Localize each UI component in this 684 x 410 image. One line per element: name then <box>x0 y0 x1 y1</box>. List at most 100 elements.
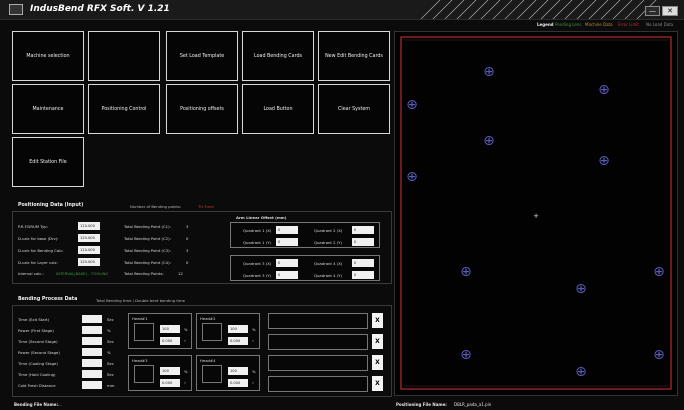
new-edit-bending-cards-button[interactable]: New Edit Bending Cards <box>318 31 390 81</box>
dcalc-layer-input[interactable]: 120.000 <box>78 258 100 266</box>
offset-q1y-input[interactable]: 0 <box>276 238 298 246</box>
head-1-name: Head#1 <box>132 316 148 321</box>
legend-item-machine-data: Machine Data <box>585 22 613 27</box>
param-cold-distance-label: Cold Fresh Distance <box>18 383 56 388</box>
offset-q2x-input[interactable]: 0 <box>352 226 374 234</box>
clear-row-1-button[interactable]: X <box>372 313 383 328</box>
param-exit-start-label: Time (Exit Start) <box>18 317 50 322</box>
head-2-angle-input[interactable]: 0.000 <box>228 337 248 345</box>
blank-button[interactable] <box>88 31 160 81</box>
pin-marker: ⊕ <box>653 264 665 280</box>
head-1-power-unit: % <box>184 327 188 332</box>
head-1-angle-input[interactable]: 0.000 <box>160 337 180 345</box>
positioning-control-button[interactable]: Positioning Control <box>88 84 160 134</box>
maintenance-button[interactable]: Maintenance <box>12 84 84 134</box>
clear-row-3-button[interactable]: X <box>372 355 383 370</box>
clear-row-2-button[interactable]: X <box>372 334 383 349</box>
bend-point-c4-value: 0 <box>186 260 189 265</box>
legend-item-pending: Pending Lens <box>555 22 582 27</box>
message-row-4[interactable] <box>268 376 368 392</box>
head-1-power-input[interactable]: 100 <box>160 325 180 333</box>
head-1-angle-unit: ° <box>184 339 186 344</box>
pin-marker: ⊕ <box>483 64 495 80</box>
offset-q4y-input[interactable]: 0 <box>352 271 374 279</box>
offset-q2y-label: Quadrant 2 (Y) <box>314 240 343 245</box>
pin-marker: ⊕ <box>483 133 495 149</box>
offset-q1y-label: Quadrant 1 (Y) <box>243 240 272 245</box>
pin-marker: ⊕ <box>406 97 418 113</box>
offset-q4x-label: Quadrant 4 (X) <box>314 261 343 266</box>
param-time-second-unit: Sec <box>107 339 114 344</box>
head-4-power-unit: % <box>252 369 256 374</box>
bend-point-c2-value: 0 <box>186 236 189 241</box>
positioning-section-title: Positioning Data (Input) <box>18 203 84 208</box>
head-2-power-unit: % <box>252 327 256 332</box>
legend-item-no-load: No Load Data <box>646 22 674 27</box>
bending-section-title: Bending Process Data <box>18 297 78 302</box>
head-4-angle-input[interactable]: 0.000 <box>228 379 248 387</box>
param-cold-distance-input[interactable] <box>82 381 102 389</box>
offset-q2y-input[interactable]: 0 <box>352 238 374 246</box>
pin-marker: ⊕ <box>598 82 610 98</box>
prf-drum-input[interactable]: 120.000 <box>78 222 100 230</box>
head-2-name: Head#2 <box>200 316 216 321</box>
bending-file-label: Bending File Name: <box>14 402 59 407</box>
param-hold-cooling-input[interactable] <box>82 370 102 378</box>
head-2-power-input[interactable]: 100 <box>228 325 248 333</box>
positioning-offsets-button[interactable]: Positioning offsets <box>166 84 238 134</box>
pin-marker: ⊕ <box>406 169 418 185</box>
title-bar: IndusBend RFX Soft. V 1.21 — ✕ <box>0 0 684 20</box>
param-hold-cooling-label: Time (Hold Cooling) <box>18 372 56 377</box>
pin-marker: ⊕ <box>460 264 472 280</box>
bend-point-c3-label: Total Bending Point (C3): <box>124 248 171 253</box>
param-power-first-unit: % <box>107 328 111 333</box>
head-4-graphic <box>202 365 222 383</box>
offset-q3y-input[interactable]: 0 <box>276 271 298 279</box>
head-3-power-input[interactable]: 100 <box>160 367 180 375</box>
param-time-second-input[interactable] <box>82 337 102 345</box>
legend-item-error: Error Limit <box>618 22 639 27</box>
dcalc-base-label: D.calc for base (Drv): <box>18 236 59 241</box>
bend-point-c3-value: 3 <box>186 248 189 253</box>
offset-q1x-label: Quadrant 1 (X) <box>243 228 272 233</box>
legend: Legend Pending Lens Machine Data Error L… <box>400 21 684 29</box>
canvas-crosshair: + <box>533 212 539 220</box>
clear-system-button[interactable]: Clear System <box>318 84 390 134</box>
dcalc-bending-input[interactable]: 120.000 <box>78 246 100 254</box>
param-power-second-input[interactable] <box>82 348 102 356</box>
param-power-first-input[interactable] <box>82 326 102 334</box>
offset-q1x-input[interactable]: 0 <box>276 226 298 234</box>
message-row-2[interactable] <box>268 334 368 350</box>
head-3-graphic <box>134 365 154 383</box>
head-3-angle-input[interactable]: 0.000 <box>160 379 180 387</box>
message-row-1[interactable] <box>268 313 368 329</box>
close-button[interactable]: ✕ <box>662 6 678 16</box>
bend-point-c1-value: 3 <box>186 224 189 229</box>
machine-selection-button[interactable]: Machine selection <box>12 31 84 81</box>
dcalc-base-input[interactable]: 120.000 <box>78 234 100 242</box>
dcalc-layer-label: D.calc for Layer calc: <box>18 260 58 265</box>
dcalc-bending-label: D.calc for Bending Calc: <box>18 248 64 253</box>
param-cooling-input[interactable] <box>82 359 102 367</box>
bending-file-value: ... <box>58 402 62 407</box>
head-2-angle-unit: ° <box>252 339 254 344</box>
head-3-power-unit: % <box>184 369 188 374</box>
pin-marker: ⊕ <box>653 347 665 363</box>
app-title: IndusBend RFX Soft. V 1.21 <box>30 4 170 14</box>
clear-row-4-button[interactable]: X <box>372 376 383 391</box>
load-button[interactable]: Load Button <box>242 84 314 134</box>
param-cooling-unit: Sec <box>107 361 114 366</box>
param-exit-start-input[interactable] <box>82 315 102 323</box>
offset-q3x-input[interactable]: 0 <box>276 259 298 267</box>
positioning-subtitle: Number of Bending points: <box>130 204 182 209</box>
positioning-subtitle-value: 70.7mm <box>198 204 214 209</box>
param-power-second-label: Power (Second Stage) <box>18 350 60 355</box>
offset-q4x-input[interactable]: 0 <box>352 259 374 267</box>
message-row-3[interactable] <box>268 355 368 371</box>
load-bending-cards-button[interactable]: Load Bending Cards <box>242 31 314 81</box>
edit-station-file-button[interactable]: Edit Station File <box>12 137 84 187</box>
set-load-template-button[interactable]: Set Load Template <box>166 31 238 81</box>
pin-marker: ⊕ <box>598 153 610 169</box>
minimize-button[interactable]: — <box>645 6 660 16</box>
head-4-power-input[interactable]: 100 <box>228 367 248 375</box>
